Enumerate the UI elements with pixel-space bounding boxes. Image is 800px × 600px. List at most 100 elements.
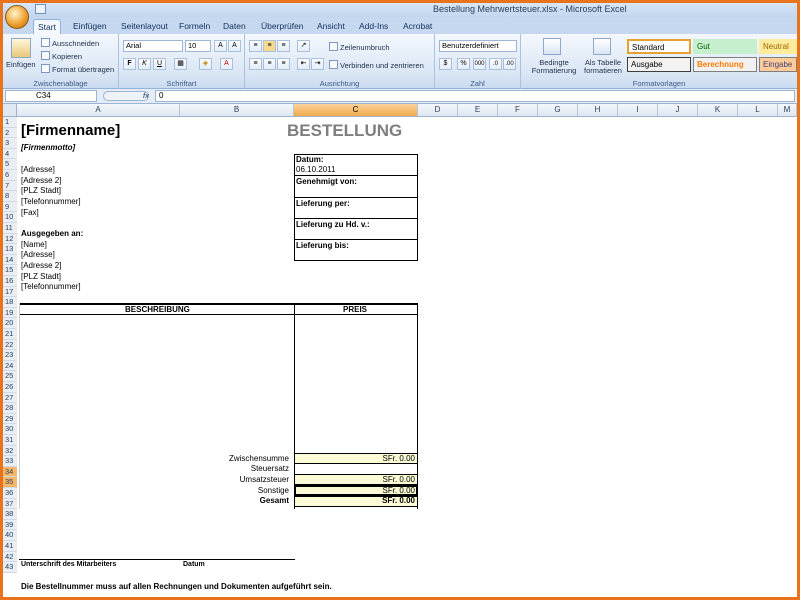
price-header[interactable]: PREIS [343,305,367,314]
row-header-10[interactable]: 10 [3,212,17,223]
format-painter-button[interactable]: Format übertragen [41,64,114,74]
align-left-icon[interactable]: ≡ [249,58,262,70]
column-header-c[interactable]: C [294,104,418,117]
row-header-30[interactable]: 30 [3,424,17,435]
thousands-button[interactable]: 000 [473,58,486,70]
grow-font-button[interactable]: A [214,40,227,52]
style-berechnung[interactable]: Berechnung [693,57,757,72]
column-header-d[interactable]: D [418,104,458,117]
delivery-to-label[interactable]: Lieferung zu Hd. v.: [296,220,370,229]
column-header-b[interactable]: B [180,104,294,117]
borders-icon[interactable]: ▦ [174,58,187,70]
tab-einfuegen[interactable]: Einfügen [69,19,111,34]
row-header-40[interactable]: 40 [3,530,17,541]
currency-icon[interactable]: $ [439,58,452,70]
address-line-1[interactable]: [Adresse] [21,165,55,174]
format-as-table-icon[interactable] [593,38,611,55]
column-header-j[interactable]: J [658,104,698,117]
company-motto[interactable]: [Firmenmotto] [21,143,75,152]
footer-note[interactable]: Die Bestellnummer muss auf allen Rechnun… [21,582,332,591]
row-header-18[interactable]: 18 [3,297,17,308]
copy-button[interactable]: Kopieren [41,51,82,61]
style-eingabe[interactable]: Eingabe [759,57,797,72]
date-value[interactable]: 06.10.2011 [296,165,335,174]
row-header-19[interactable]: 19 [3,307,17,319]
row-header-14[interactable]: 14 [3,254,17,266]
font-size-select[interactable]: 10 [185,40,211,52]
subtotal-label[interactable]: Zwischensumme [187,454,289,463]
column-header-l[interactable]: L [738,104,778,117]
bold-button[interactable]: F [123,58,136,70]
row-header-25[interactable]: 25 [3,371,17,382]
row-header-33[interactable]: 33 [3,456,17,467]
row-header-28[interactable]: 28 [3,403,17,414]
conditional-format-button[interactable]: Bedingte Formatierung [526,59,582,75]
row-header-24[interactable]: 24 [3,360,17,372]
vat-label[interactable]: Umsatzsteuer [187,475,289,484]
ship-to-address[interactable]: [Adresse] [21,250,55,259]
column-header-i[interactable]: I [618,104,658,117]
name-box[interactable]: C34 [5,90,97,102]
delivery-until-label[interactable]: Lieferung bis: [296,241,349,250]
row-header-12[interactable]: 12 [3,233,17,245]
decrease-indent-icon[interactable]: ⇤ [297,58,310,70]
row-header-34[interactable]: 34 [3,466,17,478]
ship-to-name[interactable]: [Name] [21,240,47,249]
signature-date-label[interactable]: Datum [183,561,205,568]
row-header-15[interactable]: 15 [3,265,17,276]
tab-ueberpruefen[interactable]: Überprüfen [257,19,308,34]
style-neutral[interactable]: Neutral [759,39,797,54]
row-header-20[interactable]: 20 [3,318,17,329]
increase-indent-icon[interactable]: ⇥ [311,58,324,70]
shrink-font-button[interactable]: A [228,40,241,52]
orientation-icon[interactable]: ↗ [297,40,310,52]
save-icon[interactable] [35,4,46,14]
italic-button[interactable]: K [138,58,151,70]
office-button[interactable] [5,5,29,29]
address-line-2[interactable]: [Adresse 2] [21,176,61,185]
paste-icon[interactable] [11,38,31,58]
date-label[interactable]: Datum: [296,155,324,164]
row-header-21[interactable]: 21 [3,329,17,340]
column-header-m[interactable]: M [778,104,797,117]
document-title[interactable]: BESTELLUNG [287,121,402,141]
row-header-2[interactable]: 2 [3,127,17,139]
column-header-k[interactable]: K [698,104,738,117]
row-header-8[interactable]: 8 [3,191,17,202]
ship-to-address-2[interactable]: [Adresse 2] [21,261,61,270]
row-header-9[interactable]: 9 [3,201,17,213]
merge-center-button[interactable]: Verbinden und zentrieren [329,60,424,70]
other-label[interactable]: Sonstige [187,486,289,495]
row-header-3[interactable]: 3 [3,138,17,149]
row-header-26[interactable]: 26 [3,382,17,393]
align-bottom-icon[interactable]: ≡ [277,40,290,52]
row-header-37[interactable]: 37 [3,498,17,510]
ship-to-label[interactable]: Ausgegeben an: [21,229,83,238]
tab-daten[interactable]: Daten [219,19,250,34]
select-all-corner[interactable] [3,104,17,117]
row-header-41[interactable]: 41 [3,541,17,552]
row-header-35[interactable]: 35 [3,477,17,488]
row-header-13[interactable]: 13 [3,244,17,255]
increase-decimal-icon[interactable]: .0 [489,58,502,70]
row-header-6[interactable]: 6 [3,170,17,181]
row-header-43[interactable]: 43 [3,562,17,573]
row-header-32[interactable]: 32 [3,445,17,457]
row-header-39[interactable]: 39 [3,519,17,531]
row-header-17[interactable]: 17 [3,286,17,298]
address-fax[interactable]: [Fax] [21,208,39,217]
font-name-select[interactable]: Arial [123,40,183,52]
number-format-select[interactable]: Benutzerdefiniert [439,40,517,52]
fx-icon[interactable]: fx [143,91,149,100]
underline-button[interactable]: U [153,58,166,70]
fill-color-icon[interactable]: ◈ [199,58,212,70]
address-phone[interactable]: [Telefonnummer] [21,197,81,206]
address-city[interactable]: [PLZ Stadt] [21,186,61,195]
row-header-29[interactable]: 29 [3,413,17,425]
tax-rate-label[interactable]: Steuersatz [187,464,289,473]
column-header-f[interactable]: F [498,104,538,117]
row-header-23[interactable]: 23 [3,350,17,361]
formula-input[interactable]: 0 [155,90,795,102]
tab-seitenlayout[interactable]: Seitenlayout [117,19,172,34]
ship-to-city[interactable]: [PLZ Stadt] [21,272,61,281]
